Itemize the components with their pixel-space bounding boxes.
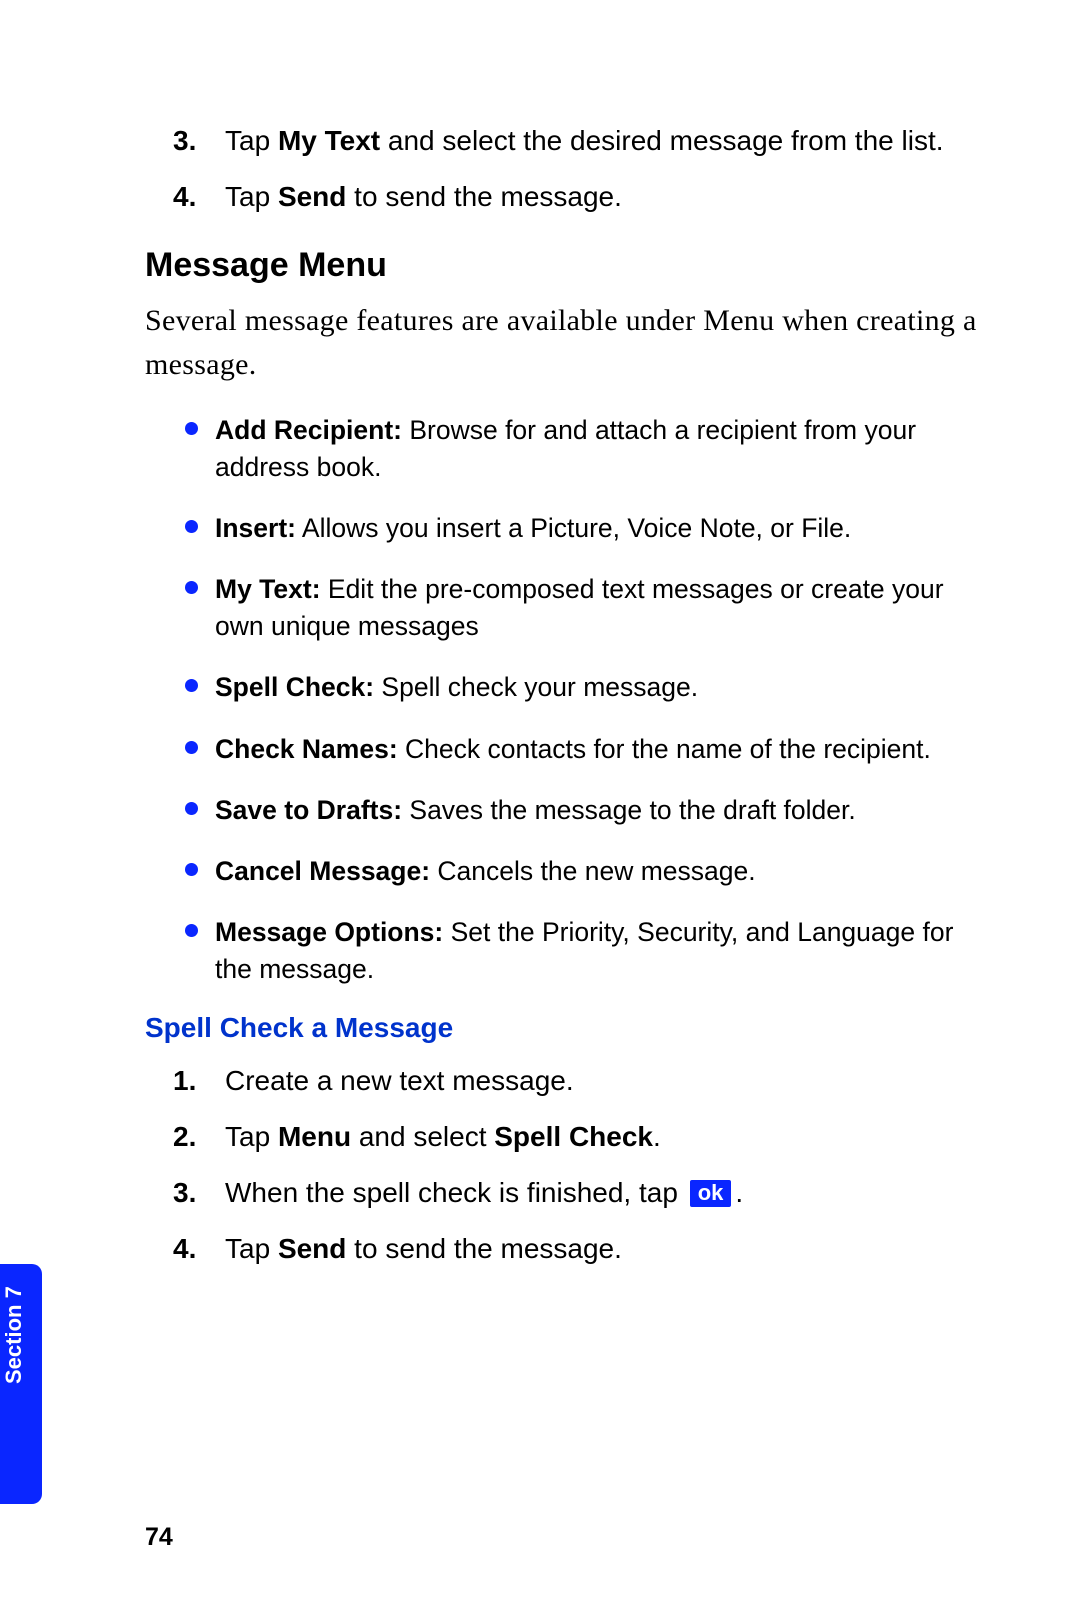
step-text-pre: Tap [225,181,278,212]
bullet-add-recipient: Add Recipient: Browse for and attach a r… [215,412,980,486]
bullet-my-text: My Text: Edit the pre-composed text mess… [215,571,980,645]
step-number: 4. [173,1228,196,1270]
intro-paragraph: Several message features are available u… [145,299,980,386]
bullet-title: My Text: [215,574,321,604]
bullet-cancel-message: Cancel Message: Cancels the new message. [215,853,980,890]
step-number: 3. [173,120,196,162]
bullet-title: Insert: [215,513,296,543]
bullet-title: Save to Drafts: [215,795,402,825]
step-text-pre: Tap [225,1233,278,1264]
step-text-bold: Send [278,1233,346,1264]
bullet-save-to-drafts: Save to Drafts: Saves the message to the… [215,792,980,829]
bullet-body: Spell check your message. [374,672,698,702]
step-text: Create a new text message. [225,1065,574,1096]
feature-bullet-list: Add Recipient: Browse for and attach a r… [145,412,980,988]
bullet-title: Cancel Message: [215,856,430,886]
list-item: 4. Tap Send to send the message. [225,1228,980,1270]
step-number: 4. [173,176,196,218]
step-text-bold: My Text [278,125,380,156]
bullet-body: Allows you insert a Picture, Voice Note,… [296,513,851,543]
step-text-post: and select the desired message from the … [380,125,943,156]
step-number: 3. [173,1172,196,1214]
document-page: 3. Tap My Text and select the desired me… [0,0,1080,1622]
bullet-body: Cancels the new message. [430,856,756,886]
steps-list-spellcheck: 1. Create a new text message. 2. Tap Men… [145,1060,980,1270]
step-text-bold: Send [278,181,346,212]
section-tab-label: Section 7 [1,1286,27,1384]
page-number: 74 [145,1523,173,1552]
list-item: 4. Tap Send to send the message. [225,176,980,218]
step-text-pre: When the spell check is finished, tap [225,1177,686,1208]
list-item: 2. Tap Menu and select Spell Check. [225,1116,980,1158]
bullet-body: Check contacts for the name of the recip… [398,734,931,764]
bullet-body: Edit the pre-composed text messages or c… [215,574,944,641]
step-text-post: . [735,1177,743,1208]
step-number: 1. [173,1060,196,1102]
bullet-body: Saves the message to the draft folder. [402,795,856,825]
step-text-post: to send the message. [346,181,622,212]
bullet-title: Check Names: [215,734,398,764]
bullet-check-names: Check Names: Check contacts for the name… [215,731,980,768]
step-number: 2. [173,1116,196,1158]
step-text-bold: Menu [278,1121,351,1152]
ok-button-icon: ok [690,1180,732,1207]
step-text-mid: and select [351,1121,494,1152]
bullet-message-options: Message Options: Set the Priority, Secur… [215,914,980,988]
step-text-post: to send the message. [346,1233,622,1264]
bullet-title: Add Recipient: [215,415,402,445]
step-text-pre: Tap [225,125,278,156]
heading-spell-check: Spell Check a Message [145,1012,980,1044]
bullet-title: Message Options: [215,917,443,947]
list-item: 3. Tap My Text and select the desired me… [225,120,980,162]
bullet-insert: Insert: Allows you insert a Picture, Voi… [215,510,980,547]
step-text-bold2: Spell Check [494,1121,653,1152]
list-item: 3. When the spell check is finished, tap… [225,1172,980,1214]
step-text-pre: Tap [225,1121,278,1152]
bullet-spell-check: Spell Check: Spell check your message. [215,669,980,706]
list-item: 1. Create a new text message. [225,1060,980,1102]
step-text-post: . [653,1121,661,1152]
bullet-title: Spell Check: [215,672,374,702]
steps-list-top: 3. Tap My Text and select the desired me… [145,120,980,218]
heading-message-menu: Message Menu [145,246,980,285]
